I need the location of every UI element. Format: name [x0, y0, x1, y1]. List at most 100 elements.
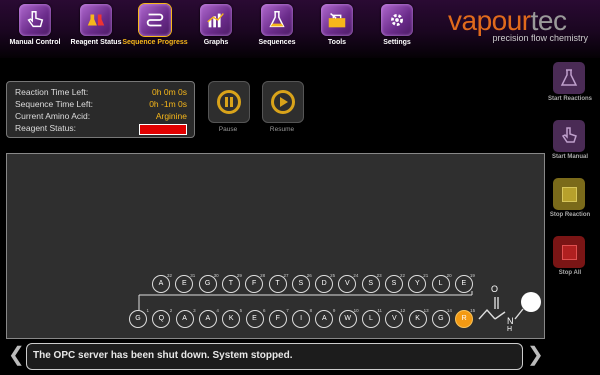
residue-number: 15: [470, 308, 476, 313]
residue-number: 3: [193, 308, 196, 313]
residue-number: 6: [262, 308, 266, 313]
reagent-status-indicator: [139, 124, 187, 135]
residue-number: 32: [166, 273, 172, 278]
residue-letter: G: [438, 315, 444, 322]
residue-letter: S: [391, 280, 397, 287]
residue-letter: F: [252, 280, 257, 287]
amino-acid-residue: T 29: [221, 273, 242, 293]
amino-acid-residue: T 27: [268, 273, 289, 293]
stop-reaction-label: Stop Reaction: [549, 212, 591, 218]
resin-bond: [514, 308, 524, 320]
start-manual-label: Start Manual: [551, 154, 588, 160]
nav-graphs[interactable]: Graphs: [181, 4, 251, 54]
previous-arrow-icon[interactable]: ❮: [8, 345, 25, 365]
amino-acid-residue: E 19: [454, 273, 475, 293]
sequence-progress-icon: [139, 4, 171, 36]
residue-number: 31: [190, 273, 196, 278]
amino-acid-residue: A 32: [152, 273, 172, 293]
sequence-time-label: Sequence Time Left:: [15, 99, 93, 109]
amino-acid-label: Current Amino Acid:: [15, 111, 91, 121]
vapourtec-logo: vapourtec precision flow chemistry: [448, 5, 594, 44]
residue-letter: A: [158, 280, 164, 287]
nav-settings[interactable]: Settings: [362, 4, 432, 54]
pause-label: Pause: [218, 126, 238, 133]
residue-number: 9: [332, 308, 336, 313]
amino-acid-residue: S 26: [291, 273, 312, 293]
residue-letter: A: [322, 315, 327, 322]
nav-label: Manual Control: [9, 39, 61, 46]
amino-acid-row: Current Amino Acid: Arginine: [15, 111, 187, 123]
flask-icon: [560, 69, 578, 86]
logo-text-tec: tec: [530, 5, 567, 36]
amino-acid-residue: G 14: [431, 308, 452, 328]
nav-label: Settings: [383, 39, 411, 46]
residue-number: 14: [446, 308, 452, 313]
amino-acid-residue: G1: [129, 308, 149, 328]
residue-number: 26: [306, 273, 312, 278]
residue-number: 8: [309, 308, 313, 313]
resin-bead: [521, 292, 541, 312]
residue-letter: S: [298, 280, 304, 287]
flasks-icon: [80, 4, 112, 36]
amino-acid-value: Arginine: [155, 111, 187, 121]
residue-letter: K: [415, 315, 420, 322]
nav-label: Graphs: [203, 39, 229, 46]
residue-letter: W: [344, 315, 351, 322]
residue-number: 20: [446, 273, 452, 278]
residue-number: 4: [216, 308, 219, 313]
bar-graph-icon: [200, 4, 232, 36]
status-message-bar: The OPC server has been shut down. Syste…: [26, 343, 523, 370]
residue-number: 24: [353, 273, 359, 278]
start-reactions-label: Start Reactions: [547, 96, 592, 102]
residue-letter: E: [461, 280, 467, 287]
residue-number: 12: [400, 308, 406, 313]
residue-number: 5: [239, 308, 243, 313]
nav-manual-control[interactable]: Manual Control: [0, 4, 70, 54]
nav-sequence-progress[interactable]: Sequence Progress: [120, 4, 190, 54]
pause-button[interactable]: [208, 81, 250, 123]
residue-number: 28: [260, 273, 266, 278]
oxygen-atom-label: O: [491, 284, 499, 294]
resume-button[interactable]: [262, 81, 304, 123]
amino-acid-residue: S 22: [385, 273, 405, 293]
flask-list-icon: [261, 4, 293, 36]
amino-acid-residue: I8: [292, 308, 313, 328]
sequence-canvas: O N H A 32 E 31 G 30 T 29 F 28 T 27 S 26 D 25 V 24 S 23 S 22 Y…: [6, 153, 545, 339]
residue-letter: T: [275, 280, 280, 287]
play-icon: [271, 90, 295, 114]
toolbox-icon: [321, 4, 353, 36]
amino-acid-residue: A4: [198, 308, 219, 328]
reagent-status-row: Reagent Status:: [15, 123, 187, 135]
amino-acid-residue: D 25: [315, 273, 336, 293]
residue-letter: V: [391, 315, 397, 322]
residue-letter: Q: [158, 315, 165, 322]
nav-label: Sequence Progress: [122, 39, 188, 46]
residue-letter: S: [368, 280, 374, 287]
start-reactions-button[interactable]: [553, 62, 585, 94]
sequence-time-value: 0h -1m 0s: [149, 99, 187, 109]
status-message: The OPC server has been shut down. Syste…: [33, 350, 293, 361]
residue-number: 25: [330, 273, 336, 278]
logo-text-vapour: vapour: [448, 5, 531, 36]
amino-acid-residue: K 13: [408, 308, 429, 328]
start-manual-button[interactable]: [553, 120, 585, 152]
stop-square-icon: [561, 186, 577, 202]
amino-acid-residue: E6: [245, 308, 266, 328]
stop-all-button[interactable]: [553, 236, 585, 268]
next-arrow-icon[interactable]: ❯: [527, 345, 544, 365]
residue-letter: K: [228, 315, 234, 322]
reaction-time-value: 0h 0m 0s: [152, 87, 187, 97]
amino-acid-residue: F7: [268, 308, 289, 328]
stop-reaction-button[interactable]: [553, 178, 585, 210]
top-navigation-bar: Manual Control Reagent Status Sequence P…: [0, 0, 600, 58]
residue-number: 11: [377, 308, 382, 313]
residue-number: 22: [399, 273, 405, 278]
residue-letter: A: [182, 315, 187, 322]
residue-number: 30: [213, 273, 219, 278]
amino-acid-residue: L 11: [362, 308, 382, 328]
reaction-time-row: Reaction Time Left: 0h 0m 0s: [15, 87, 187, 99]
residue-letter: V: [345, 280, 350, 287]
residue-letter: F: [275, 315, 280, 322]
residue-number: 23: [376, 273, 382, 278]
amino-acid-residue: A3: [175, 308, 196, 328]
